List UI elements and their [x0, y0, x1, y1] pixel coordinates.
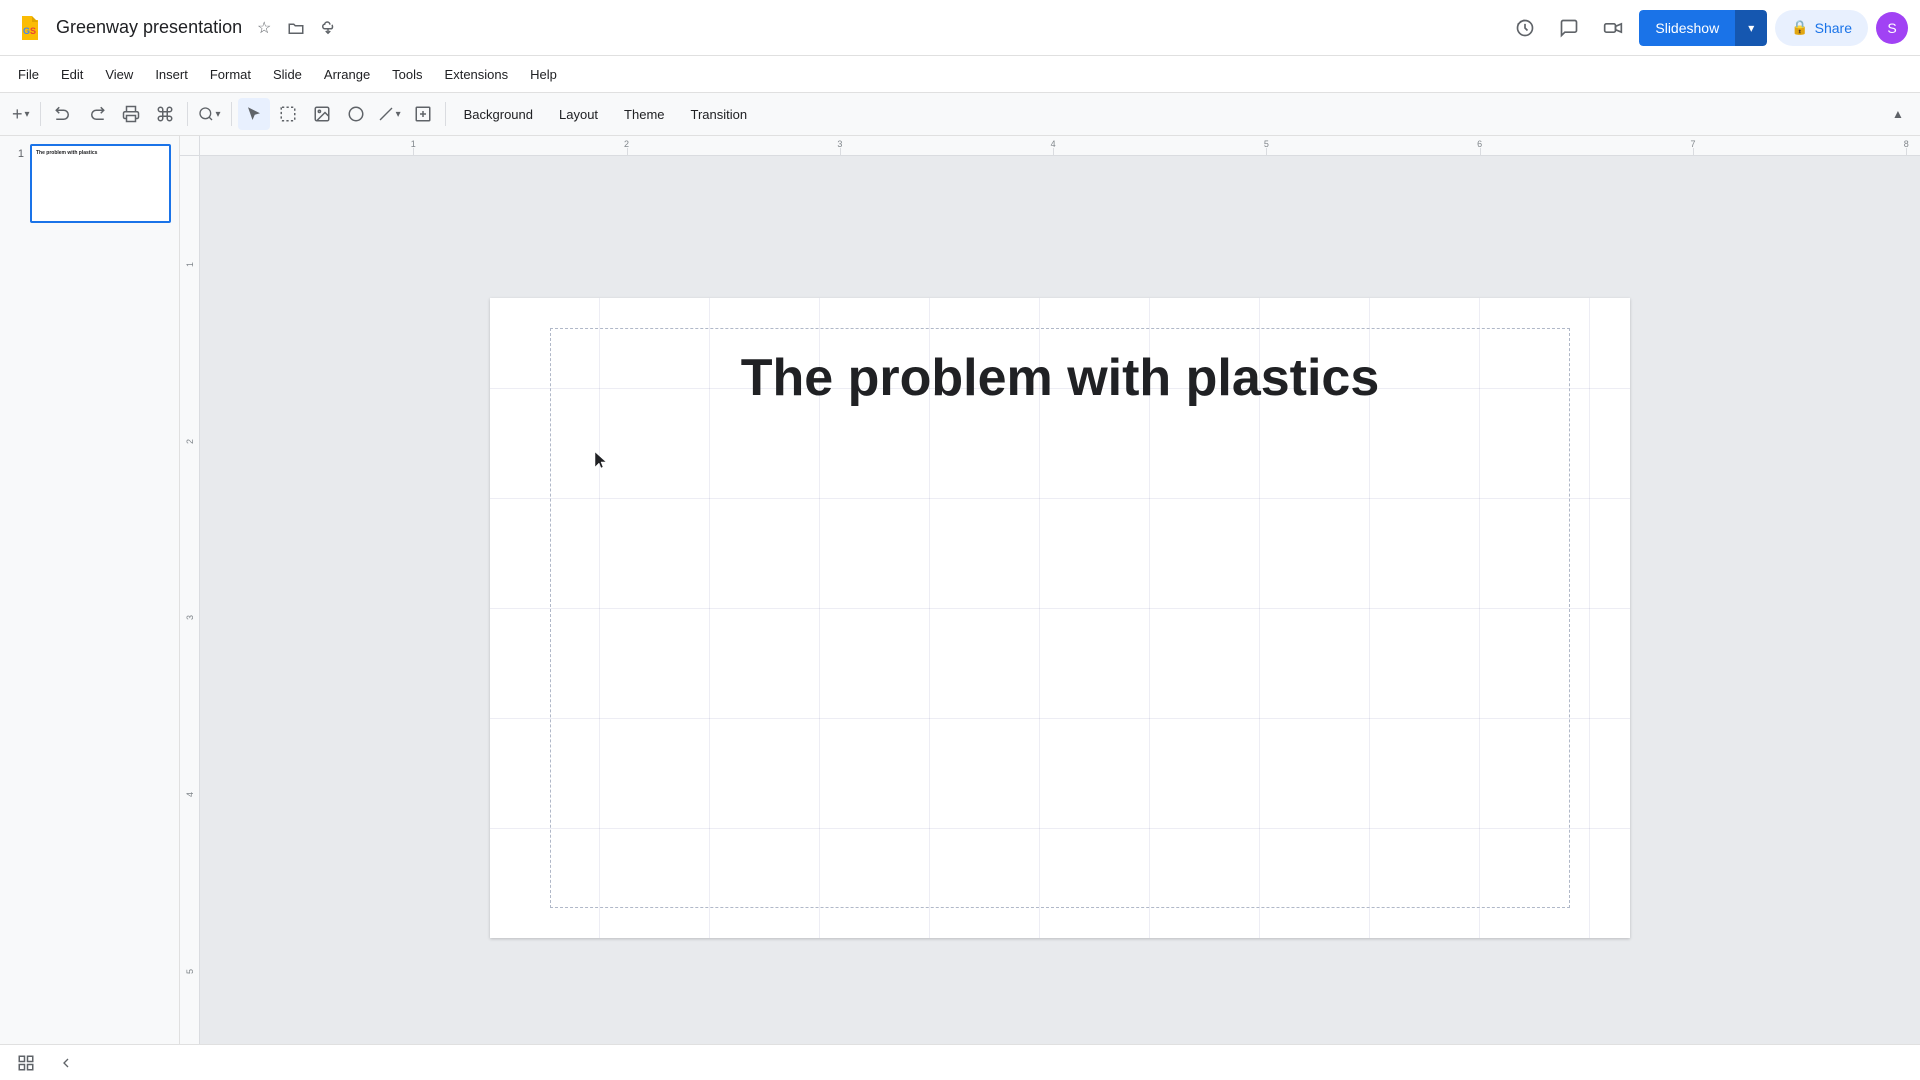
menu-view[interactable]: View: [95, 63, 143, 86]
ruler-v-4: 4: [185, 792, 195, 797]
menu-edit[interactable]: Edit: [51, 63, 93, 86]
background-button[interactable]: Background: [452, 98, 545, 130]
history-button[interactable]: [1507, 10, 1543, 46]
ruler-v-5: 5: [185, 969, 195, 974]
slide-canvas-wrapper[interactable]: The problem with plastics: [200, 156, 1920, 1080]
shape-button[interactable]: [340, 98, 372, 130]
share-lock-icon: 🔒: [1791, 19, 1808, 36]
ruler-h-2: 2: [624, 139, 629, 149]
menu-arrange[interactable]: Arrange: [314, 63, 380, 86]
slideshow-button[interactable]: Slideshow: [1639, 10, 1735, 46]
add-icon: +: [12, 104, 23, 125]
ruler-horizontal: 1 2 3 4 5 6 7 8: [200, 136, 1920, 156]
menu-slide[interactable]: Slide: [263, 63, 312, 86]
star-icon[interactable]: ☆: [250, 14, 278, 42]
ruler-h-8: 8: [1904, 139, 1909, 149]
menu-tools[interactable]: Tools: [382, 63, 432, 86]
avatar[interactable]: S: [1876, 12, 1908, 44]
toolbar-divider-1: [40, 102, 41, 126]
menu-format[interactable]: Format: [200, 63, 261, 86]
ruler-h-4: 4: [1051, 139, 1056, 149]
comments-button[interactable]: [1551, 10, 1587, 46]
menu-bar: File Edit View Insert Format Slide Arran…: [0, 56, 1920, 92]
ruler-h-5: 5: [1264, 139, 1269, 149]
toolbar-divider-3: [231, 102, 232, 126]
select-rect-button[interactable]: [272, 98, 304, 130]
select-tool-button[interactable]: [238, 98, 270, 130]
ruler-h-7: 7: [1690, 139, 1695, 149]
svg-text:GS: GS: [23, 26, 36, 36]
doc-title[interactable]: Greenway presentation: [56, 17, 242, 38]
transition-button[interactable]: Transition: [679, 98, 760, 130]
share-button[interactable]: 🔒 Share: [1775, 10, 1868, 46]
toolbar-divider-4: [445, 102, 446, 126]
menu-insert[interactable]: Insert: [145, 63, 198, 86]
slideshow-dropdown-button[interactable]: ▾: [1735, 10, 1767, 46]
ruler-v-1: 1: [185, 262, 195, 267]
app-logo: GS: [12, 10, 48, 46]
share-label: Share: [1815, 20, 1852, 36]
ruler-corner: [180, 136, 200, 156]
slide-margin-box: [550, 328, 1570, 908]
slide-title[interactable]: The problem with plastics: [490, 348, 1630, 408]
layout-button[interactable]: Layout: [547, 98, 610, 130]
redo-button[interactable]: [81, 98, 113, 130]
canvas-area: 1 2 3 4 5 6 7 8 1 2 3 4 5: [180, 136, 1920, 1080]
undo-button[interactable]: [47, 98, 79, 130]
ruler-h-1: 1: [411, 139, 416, 149]
cursor-position: [595, 452, 603, 460]
ruler-vertical: 1 2 3 4 5: [180, 156, 200, 1080]
slide-thumbnail-1[interactable]: The problem with plastics: [30, 144, 171, 223]
grid-view-button[interactable]: [12, 1049, 40, 1077]
slides-panel: 1 The problem with plastics: [0, 136, 180, 1080]
status-bar: [0, 1044, 1920, 1080]
toolbar-divider-2: [187, 102, 188, 126]
title-bar: GS Greenway presentation ☆ Slideshow ▾ 🔒…: [0, 0, 1920, 56]
ruler-h-3: 3: [837, 139, 842, 149]
ruler-h-6: 6: [1477, 139, 1482, 149]
zoom-button[interactable]: ▾: [194, 98, 225, 130]
meet-button[interactable]: [1595, 10, 1631, 46]
add-arrow-icon: ▾: [25, 109, 30, 120]
ruler-v-3: 3: [185, 615, 195, 620]
slide-thumb-title-1: The problem with plastics: [36, 150, 97, 156]
folder-icon[interactable]: [282, 14, 310, 42]
main-area: 1 The problem with plastics 1 2 3 4 5: [0, 136, 1920, 1080]
add-button[interactable]: + ▾: [8, 98, 34, 130]
slide-item-1[interactable]: 1 The problem with plastics: [8, 144, 171, 223]
menu-extensions[interactable]: Extensions: [435, 63, 519, 86]
image-button[interactable]: [306, 98, 338, 130]
textbox-button[interactable]: [407, 98, 439, 130]
menu-help[interactable]: Help: [520, 63, 567, 86]
ruler-v-2: 2: [185, 439, 195, 444]
paint-format-button[interactable]: [149, 98, 181, 130]
panel-collapse-button[interactable]: [52, 1049, 80, 1077]
theme-button[interactable]: Theme: [612, 98, 676, 130]
toolbar-collapse-button[interactable]: ▲: [1884, 100, 1912, 128]
slide-canvas[interactable]: The problem with plastics: [490, 298, 1630, 938]
slide-number-1: 1: [8, 148, 24, 160]
print-button[interactable]: [115, 98, 147, 130]
menu-file[interactable]: File: [8, 63, 49, 86]
slideshow-btn-group: Slideshow ▾: [1639, 10, 1767, 46]
cloud-save-icon[interactable]: [314, 14, 342, 42]
toolbar: + ▾ ▾ ▾: [0, 92, 1920, 136]
line-button[interactable]: ▾: [374, 98, 405, 130]
titlebar-right: Slideshow ▾ 🔒 Share S: [1507, 10, 1908, 46]
doc-title-icons: ☆: [250, 14, 342, 42]
